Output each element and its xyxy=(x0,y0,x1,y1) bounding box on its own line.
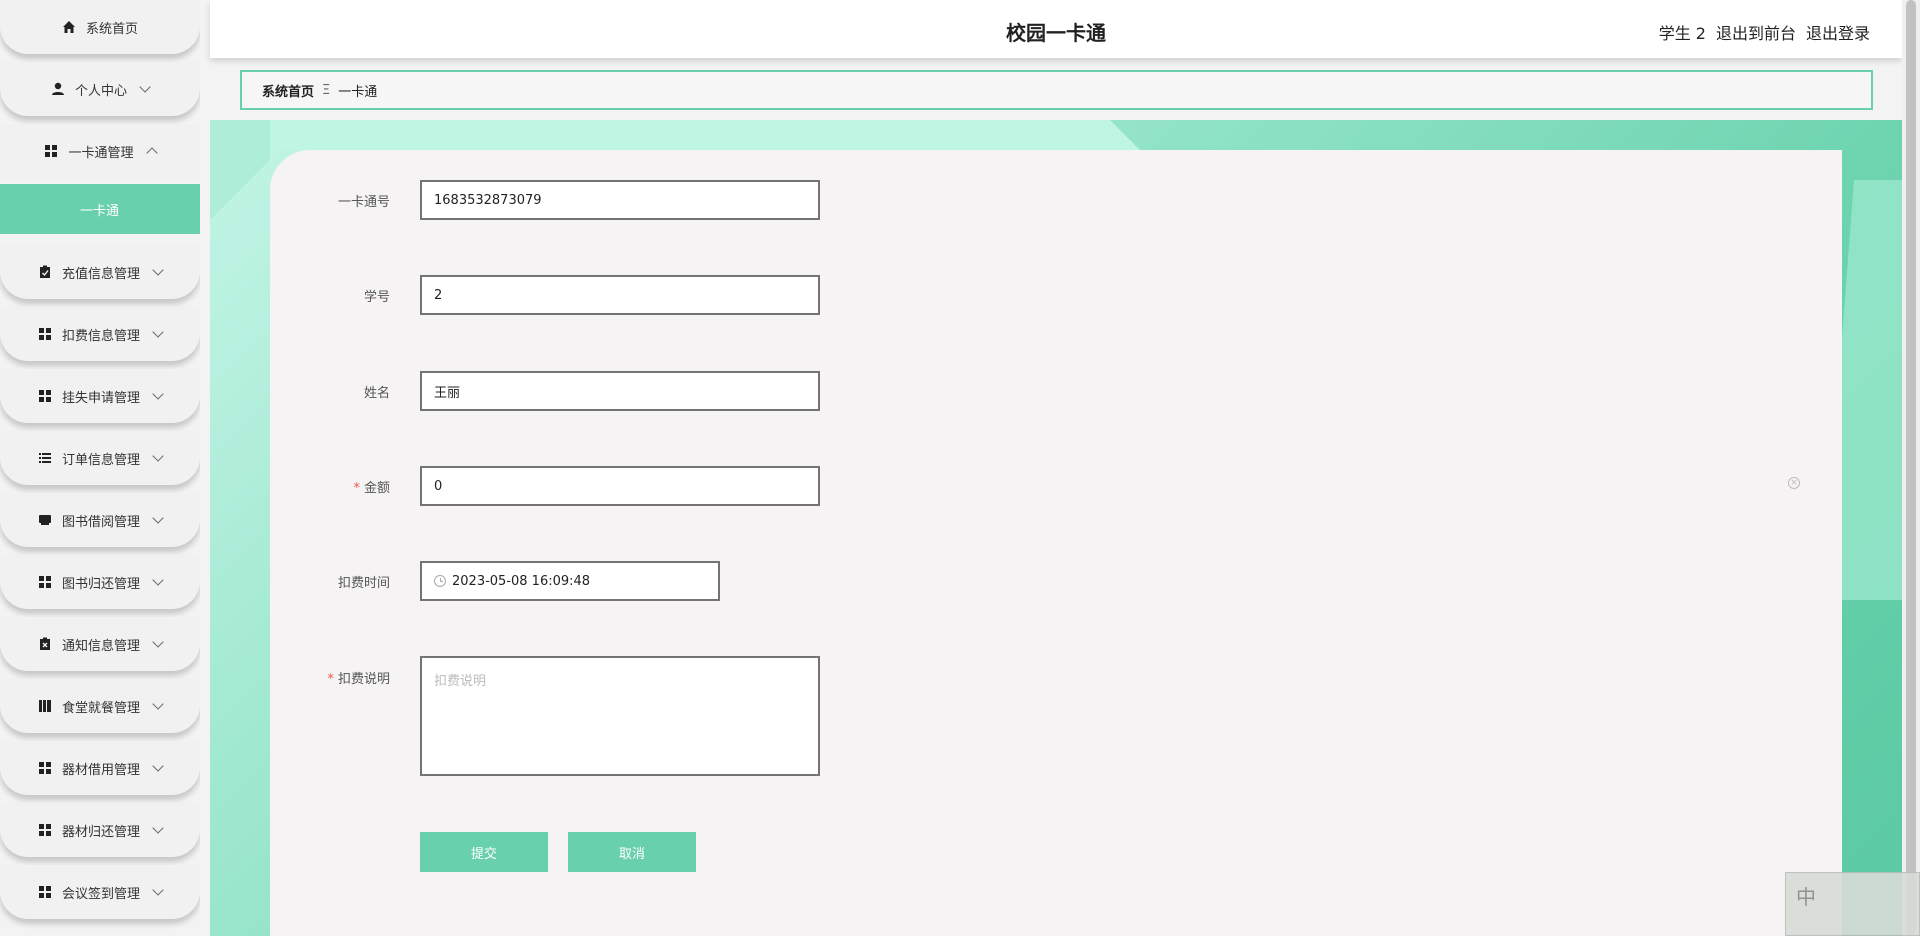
sidebar-item-home[interactable]: 系统首页 xyxy=(0,0,200,54)
scrollbar-thumb[interactable] xyxy=(1906,0,1916,936)
form-card: 一卡通号 1683532873079 学号 2 姓名 王丽 * 金额 0 扣费时间… xyxy=(270,150,1842,936)
ime-widget[interactable]: 中 xyxy=(1785,872,1920,936)
ime-lang-indicator: 中 xyxy=(1796,885,1816,909)
sidebar-item-canteen[interactable]: 食堂就餐管理 xyxy=(0,679,200,733)
grid-icon xyxy=(38,823,52,837)
chevron-down-icon xyxy=(152,698,164,710)
chevron-down-icon xyxy=(152,326,164,338)
deduct-time-label: 扣费时间 xyxy=(337,576,390,591)
grid-icon xyxy=(38,575,52,589)
decor-shape xyxy=(210,120,270,220)
sidebar-item-label: 系统首页 xyxy=(85,21,138,37)
chevron-down-icon xyxy=(152,760,164,772)
card-no-input[interactable]: 1683532873079 xyxy=(420,180,820,220)
decor-shape xyxy=(210,120,1140,150)
sidebar-item-notice[interactable]: 通知信息管理 xyxy=(0,617,200,671)
name-input[interactable]: 王丽 xyxy=(420,371,820,411)
sidebar-item-meeting[interactable]: 会议签到管理 xyxy=(0,865,200,919)
books-icon xyxy=(38,699,52,713)
header-user-area: 学生 2 退出到前台 退出登录 xyxy=(1659,20,1870,44)
chevron-down-icon xyxy=(152,512,164,524)
chevron-down-icon xyxy=(152,636,164,648)
sidebar-item-recharge[interactable]: 充值信息管理 xyxy=(0,245,200,299)
sidebar-item-return[interactable]: 图书归还管理 xyxy=(0,555,200,609)
deduct-desc-textarea[interactable]: 扣费说明 xyxy=(420,656,820,776)
breadcrumb-separator: Ξ xyxy=(322,82,331,98)
sidebar-item-label: 扣费信息管理 xyxy=(61,328,140,344)
deduct-time-value: 2023-05-08 16:09:48 xyxy=(452,573,591,589)
sidebar-item-loss[interactable]: 挂失申请管理 xyxy=(0,369,200,423)
sidebar-item-label: 一卡通管理 xyxy=(68,145,134,161)
sidebar-item-label: 器材归还管理 xyxy=(61,824,140,840)
sidebar: 系统首页 个人中心 一卡通管理 一卡通 充值信息管理 扣费信息管理 挂失申请管理… xyxy=(0,0,200,936)
sidebar-item-label: 挂失申请管理 xyxy=(61,390,140,406)
amount-input[interactable]: 0 xyxy=(420,466,820,506)
clipboard-icon xyxy=(38,265,52,279)
breadcrumb-home[interactable]: 系统首页 xyxy=(262,81,314,100)
breadcrumb: 系统首页 Ξ 一卡通 xyxy=(240,70,1873,110)
card-no-label: 一卡通号 xyxy=(337,195,390,210)
list-icon xyxy=(38,451,52,465)
chevron-down-icon xyxy=(152,450,164,462)
grid-icon xyxy=(38,885,52,899)
chevron-down-icon xyxy=(152,388,164,400)
chevron-down-icon xyxy=(152,884,164,896)
grid-icon xyxy=(44,144,58,158)
grid-icon xyxy=(38,389,52,403)
home-icon xyxy=(62,20,76,34)
page-scrollbar[interactable] xyxy=(1902,0,1920,936)
sidebar-item-label: 器材借用管理 xyxy=(61,762,140,778)
grid-icon xyxy=(38,327,52,341)
cancel-button[interactable]: 取消 xyxy=(568,832,696,872)
chevron-down-icon xyxy=(139,81,151,93)
page-title: 校园一卡通 xyxy=(1006,21,1106,45)
deduct-time-picker[interactable]: 2023-05-08 16:09:48 xyxy=(420,561,720,601)
chevron-down-icon xyxy=(152,574,164,586)
sidebar-item-label: 图书借阅管理 xyxy=(61,514,140,530)
sidebar-item-equip-borrow[interactable]: 器材借用管理 xyxy=(0,741,200,795)
sidebar-item-card-manage[interactable]: 一卡通管理 xyxy=(0,124,200,178)
sidebar-subitem-label: 一卡通 xyxy=(79,203,119,219)
chevron-down-icon xyxy=(152,264,164,276)
submit-button[interactable]: 提交 xyxy=(420,832,548,872)
sidebar-item-label: 充值信息管理 xyxy=(61,266,140,282)
exit-to-front-link[interactable]: 退出到前台 xyxy=(1716,20,1796,44)
chevron-down-icon xyxy=(152,822,164,834)
user-icon xyxy=(51,82,65,96)
breadcrumb-current: 一卡通 xyxy=(338,84,378,100)
sidebar-item-equip-return[interactable]: 器材归还管理 xyxy=(0,803,200,857)
sidebar-item-label: 会议签到管理 xyxy=(61,886,140,902)
sidebar-item-personal[interactable]: 个人中心 xyxy=(0,62,200,116)
chevron-up-icon xyxy=(145,147,158,159)
amount-label: * 金额 xyxy=(353,481,390,496)
sidebar-item-borrow[interactable]: 图书借阅管理 xyxy=(0,493,200,547)
sidebar-item-label: 个人中心 xyxy=(74,83,127,99)
grid-icon xyxy=(38,761,52,775)
student-no-label: 学号 xyxy=(363,290,390,305)
current-user: 学生 2 xyxy=(1658,24,1706,43)
sidebar-item-orders[interactable]: 订单信息管理 xyxy=(0,431,200,485)
clock-icon xyxy=(434,575,446,587)
logout-link[interactable]: 退出登录 xyxy=(1806,20,1870,44)
sidebar-item-deduct[interactable]: 扣费信息管理 xyxy=(0,307,200,361)
clipboard-x-icon xyxy=(38,637,52,651)
sidebar-item-label: 通知信息管理 xyxy=(61,638,140,654)
top-header: 校园一卡通 学生 2 退出到前台 退出登录 xyxy=(210,0,1902,58)
book-icon xyxy=(38,513,52,527)
student-no-input[interactable]: 2 xyxy=(420,275,820,315)
clear-icon[interactable]: × xyxy=(1788,477,1800,489)
name-label: 姓名 xyxy=(363,386,390,401)
sidebar-item-label: 图书归还管理 xyxy=(61,576,140,592)
sidebar-subitem-card[interactable]: 一卡通 xyxy=(0,184,200,234)
sidebar-item-label: 食堂就餐管理 xyxy=(61,700,140,716)
deduct-desc-label: * 扣费说明 xyxy=(327,672,390,687)
sidebar-item-label: 订单信息管理 xyxy=(61,452,140,468)
